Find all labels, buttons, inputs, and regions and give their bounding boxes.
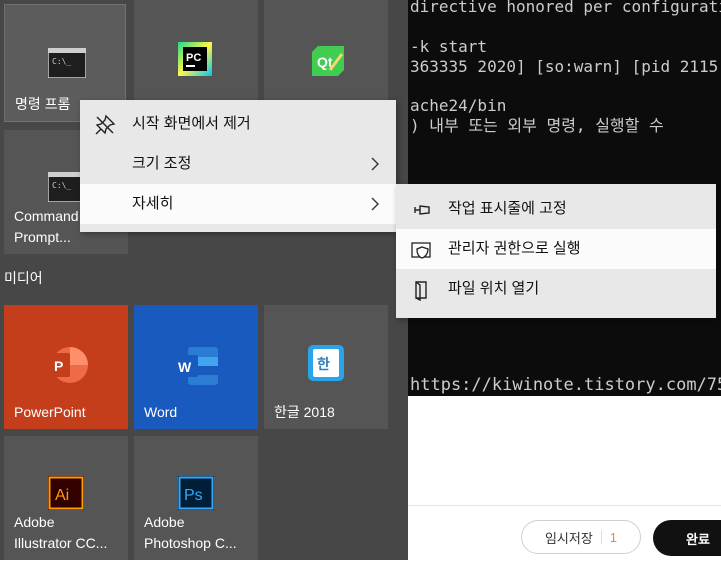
word-icon: W (174, 347, 218, 385)
svg-text:Ai: Ai (55, 487, 69, 504)
svg-text:C:\_: C:\_ (52, 181, 71, 190)
temp-save-button[interactable]: 임시저장 1 (521, 520, 641, 554)
tile-context-menu: 시작 화면에서 제거 크기 조정 자세히 (80, 100, 396, 232)
group-label-media: 미디어 (4, 270, 43, 286)
chevron-right-icon (371, 197, 379, 211)
tile-label: Adobe Illustrator CC... (14, 514, 108, 551)
temp-save-count: 1 (609, 529, 618, 545)
start-menu-panel: C:\_ 명령 프롬 PC JetBrains Qt (0, 0, 408, 560)
pin-icon (414, 205, 430, 215)
console-line: 363335 2020] [so:warn] [pid 2115 (410, 57, 719, 76)
menu-item-label: 파일 위치 열기 (448, 280, 540, 297)
menu-item-label: 크기 조정 (132, 155, 192, 172)
tile-adobe-illustrator[interactable]: Ai Adobe Illustrator CC... (4, 436, 128, 560)
menu-item-label: 관리자 권한으로 실행 (448, 240, 581, 257)
svg-text:Ps: Ps (184, 487, 203, 504)
console-line: ache24/bin (410, 96, 507, 115)
file-icon (415, 281, 427, 301)
shield-icon (411, 242, 431, 259)
editor-bottom-bar: 임시저장 1 완료 (408, 505, 721, 561)
hangul-icon: 한 (308, 345, 344, 381)
illustrator-icon: Ai (48, 476, 84, 510)
svg-text:P: P (54, 358, 63, 374)
tile-label: 한글 2018 (274, 404, 335, 420)
svg-text:W: W (178, 359, 192, 375)
menu-item-label: 시작 화면에서 제거 (132, 115, 251, 132)
tile-hangul-2018[interactable]: 한 한글 2018 (264, 305, 388, 429)
qt-icon: Qt (312, 46, 344, 76)
photoshop-icon: Ps (178, 476, 214, 510)
menu-item-unpin-from-start[interactable]: 시작 화면에서 제거 (80, 104, 396, 144)
console-line: directive honored per configurati (410, 0, 721, 16)
console-app-icon: C:\_ (48, 48, 86, 78)
menu-item-open-file-location[interactable]: 파일 위치 열기 (396, 269, 716, 309)
unpin-icon (95, 114, 116, 135)
pycharm-icon: PC (178, 42, 212, 76)
menu-item-pin-to-taskbar[interactable]: 작업 표시줄에 고정 (396, 189, 716, 229)
menu-item-more[interactable]: 자세히 (80, 184, 396, 224)
console-line: -k start (410, 37, 488, 56)
tile-label: Word (144, 404, 178, 420)
tile-label: PowerPoint (14, 404, 86, 420)
menu-item-resize[interactable]: 크기 조정 (80, 144, 396, 184)
tile-powerpoint[interactable]: P PowerPoint (4, 305, 128, 429)
menu-item-label: 자세히 (132, 195, 174, 212)
svg-text:C:\_: C:\_ (52, 57, 71, 66)
done-button[interactable]: 완료 (653, 520, 721, 556)
svg-text:한: 한 (317, 357, 330, 373)
chevron-right-icon (371, 157, 379, 171)
svg-text:PC: PC (186, 52, 201, 64)
menu-item-label: 작업 표시줄에 고정 (448, 200, 567, 217)
tile-label: Adobe Photoshop C... (144, 514, 237, 551)
temp-save-label: 임시저장 (544, 530, 593, 546)
more-submenu: 작업 표시줄에 고정 관리자 권한으로 실행 파일 위치 열기 (396, 184, 716, 318)
console-url-line: https://kiwinote.tistory.com/75 (408, 374, 721, 396)
console-line: ) 내부 또는 외부 명령, 실행할 수 (410, 116, 664, 135)
powerpoint-icon: P (48, 347, 88, 383)
divider (600, 530, 602, 544)
tile-adobe-photoshop[interactable]: Ps Adobe Photoshop C... (134, 436, 258, 560)
menu-item-run-as-admin[interactable]: 관리자 권한으로 실행 (396, 229, 716, 269)
tile-word[interactable]: W Word (134, 305, 258, 429)
